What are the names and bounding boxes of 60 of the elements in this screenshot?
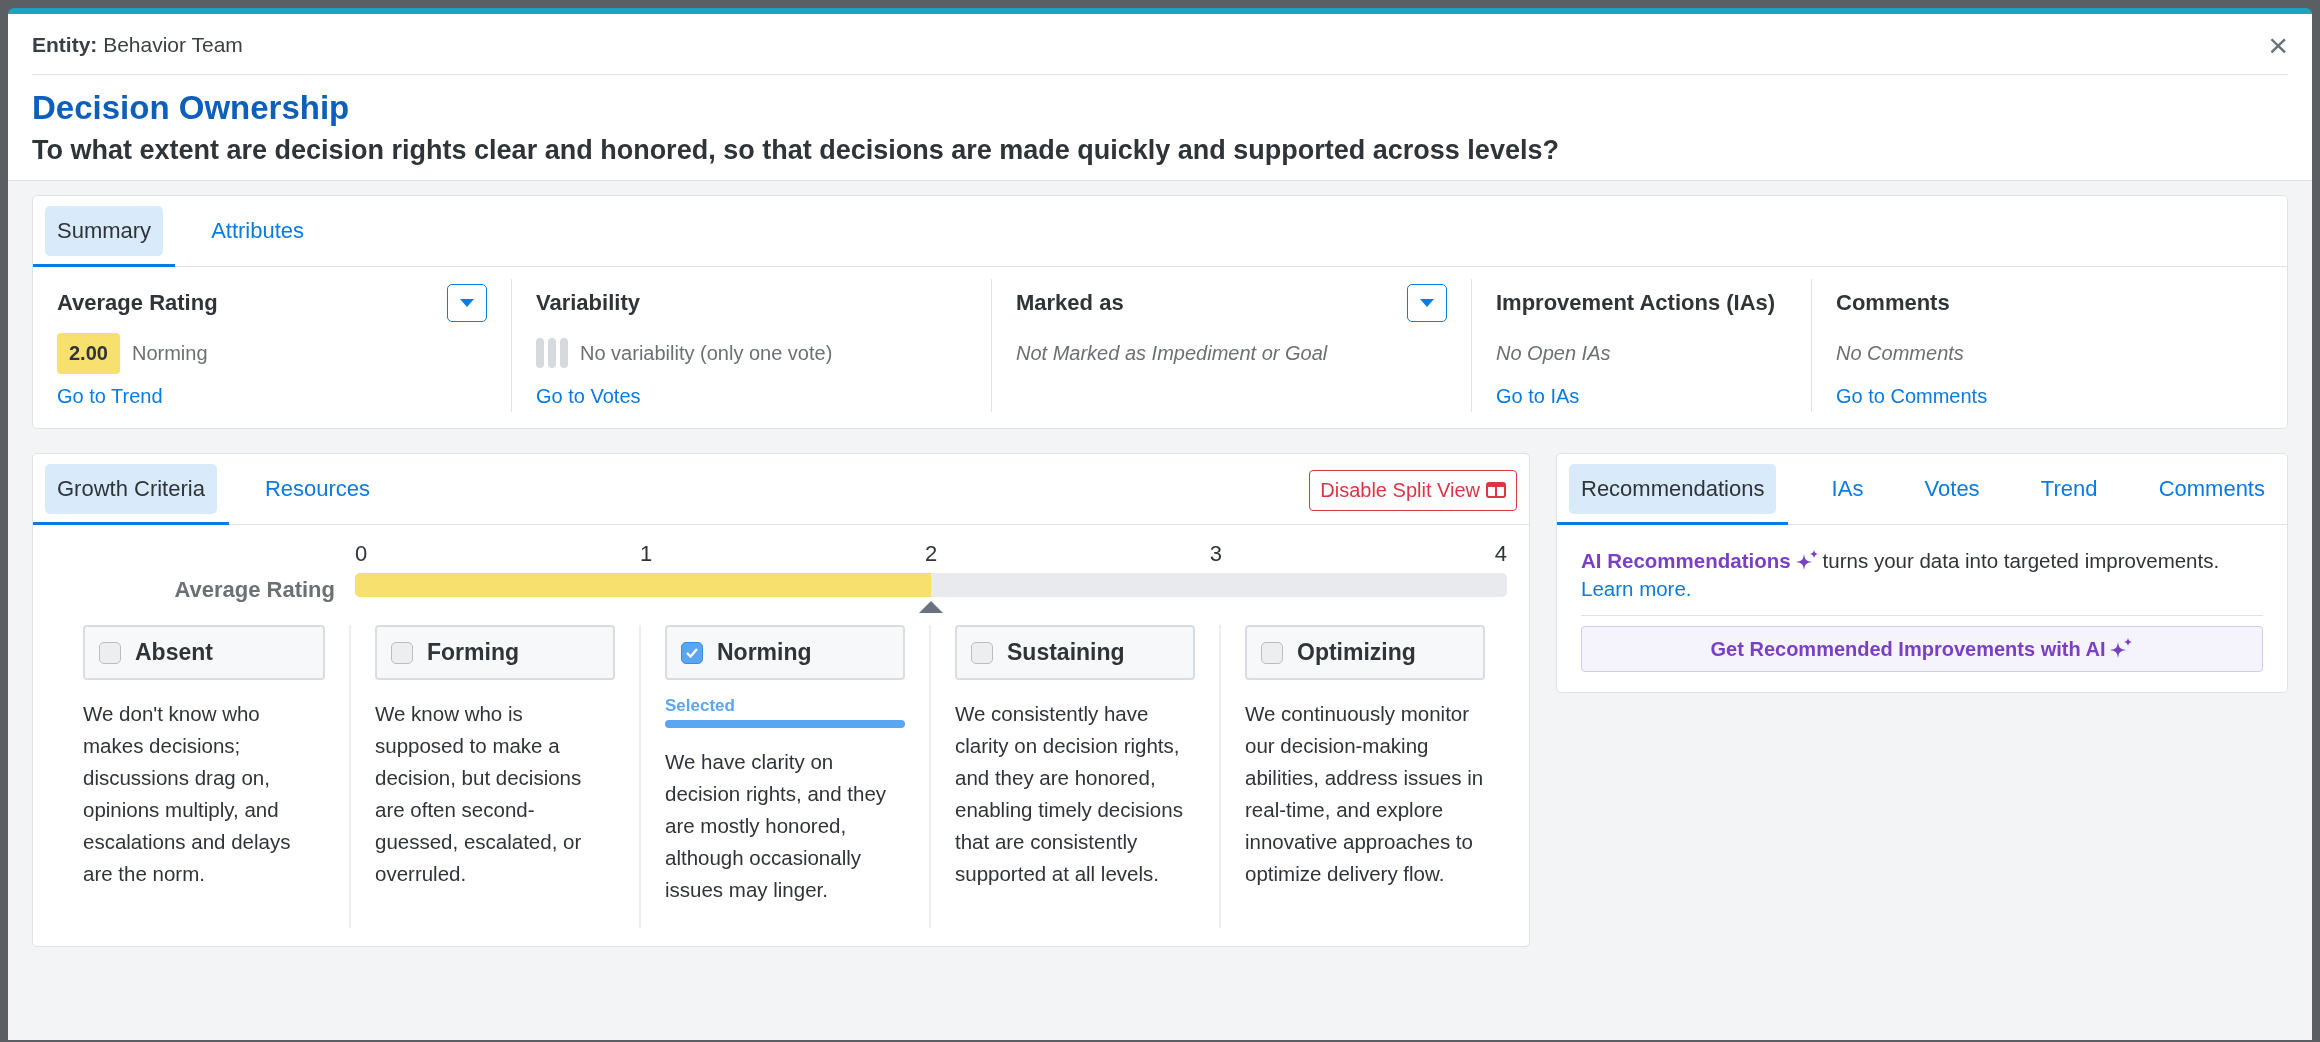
tab[interactable]: Trend	[2022, 464, 2116, 525]
status-text: No Comments	[1836, 341, 1964, 365]
checkbox[interactable]	[1261, 641, 1283, 664]
rating-level: Norming	[131, 341, 208, 365]
scale-tick: 2	[924, 541, 938, 567]
checkmark-icon	[685, 646, 699, 659]
checkbox[interactable]	[681, 641, 703, 664]
tab[interactable]: IAs	[1813, 464, 1882, 525]
column-heading: Improvement Actions (IAs)	[1496, 290, 1776, 316]
criterion-option[interactable]: Norming	[665, 625, 905, 680]
dropdown-button[interactable]	[1407, 284, 1447, 322]
criterion-description: We consistently have clarity on decision rights, and they are honored, enabling timely decisions that are consistently supported at all levels.	[955, 701, 1184, 887]
tab[interactable]: Votes	[1906, 464, 1998, 525]
scale-tick: 1	[639, 541, 653, 567]
rating-score: 2.00	[57, 332, 120, 374]
checkbox[interactable]	[391, 641, 413, 664]
get-recommendations-button[interactable]: Get Recommended Improvements with AI	[1581, 626, 2263, 672]
disable-split-view-button[interactable]: Disable Split View	[1309, 469, 1517, 511]
link[interactable]: Go to Trend	[57, 385, 487, 408]
rating-label: Average Rating	[173, 577, 336, 603]
tab[interactable]: Comments	[2140, 464, 2283, 525]
column-heading: Comments	[1836, 290, 1950, 316]
criterion-description: We don't know who makes decisions; discussions drag on, opinions multiply, and escalations and delays are the norm.	[83, 701, 292, 887]
link[interactable]: Go to Comments	[1836, 385, 2263, 408]
learn-more-link[interactable]: Learn more.	[1581, 577, 2263, 601]
scale-tick: 0	[355, 541, 368, 567]
link[interactable]: Go to IAs	[1496, 385, 1787, 408]
split-view-icon	[1486, 482, 1506, 498]
column-heading: Marked as	[1016, 290, 1124, 316]
ai-recommendations-label: AI Recommendations	[1581, 549, 1791, 573]
criterion-option[interactable]: Absent	[83, 625, 325, 680]
close-button[interactable]: ×	[2262, 28, 2294, 62]
criterion-description: We know who is supposed to make a decision, but decisions are often second-guessed, escalated, or overruled.	[375, 701, 583, 887]
link[interactable]: Go to Votes	[536, 385, 967, 408]
status-text: No Open IAs	[1496, 341, 1611, 365]
variability-text: No variability (only one vote)	[580, 341, 833, 365]
column-heading: Variability	[536, 290, 640, 316]
pointer-icon	[919, 601, 943, 613]
selected-label: Selected	[665, 696, 736, 716]
criterion-option[interactable]: Sustaining	[955, 625, 1195, 680]
caret-icon	[460, 299, 474, 307]
scale-tick: 4	[1494, 541, 1507, 567]
tab[interactable]: Resources	[240, 464, 395, 525]
dialog-title: Decision Ownership	[32, 89, 351, 127]
dropdown-button[interactable]	[447, 284, 487, 322]
bars-icon	[536, 338, 568, 368]
ai-description: turns your data into targeted improvements.	[1822, 549, 2220, 573]
status-text: Not Marked as Impediment or Goal	[1016, 341, 1328, 365]
tab[interactable]: Attributes	[187, 206, 329, 267]
question-text: To what extent are decision rights clear and honored, so that decisions are made quickly and supported across levels?	[32, 135, 1560, 166]
checkbox[interactable]	[971, 641, 993, 664]
caret-icon	[1420, 299, 1434, 307]
scale-tick: 3	[1209, 541, 1223, 567]
checkbox[interactable]	[99, 641, 121, 664]
criterion-option[interactable]: Forming	[375, 625, 615, 680]
column-heading: Average Rating	[57, 290, 218, 316]
criterion-description: We continuously monitor our decision-making abilities, address issues in real-time, and explore innovative approaches to optimize delivery flow.	[1245, 701, 1485, 887]
criterion-description: We have clarity on decision rights, and they are mostly honored, although occasionally issues may linger.	[665, 749, 888, 903]
criterion-option[interactable]: Optimizing	[1245, 625, 1485, 680]
entity-label: Entity: Behavior Team	[32, 33, 243, 57]
